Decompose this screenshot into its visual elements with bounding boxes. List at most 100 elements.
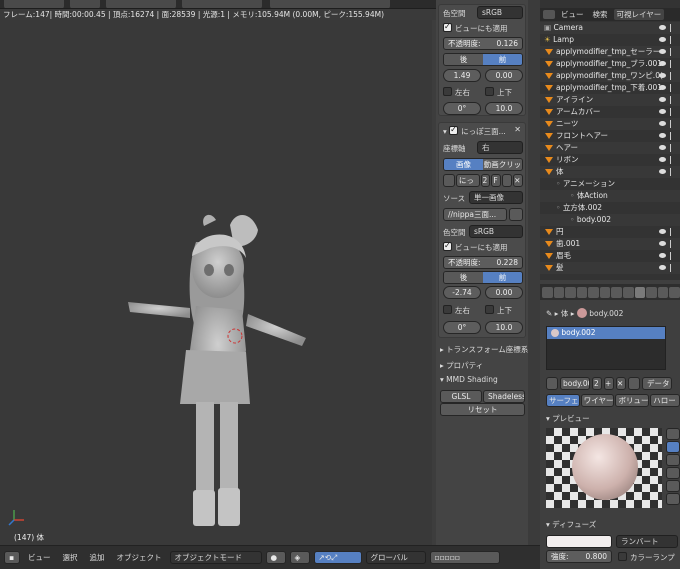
display-mode-dropdown[interactable]: 可視レイヤー (613, 9, 665, 20)
selectability-icon[interactable] (670, 168, 676, 176)
preview-monkey-icon[interactable] (666, 467, 680, 479)
diffuse-shader-dropdown[interactable]: ランバート (616, 535, 678, 548)
back-button[interactable]: 後 (444, 54, 483, 65)
back-button[interactable]: 後 (444, 272, 483, 283)
visibility-icon[interactable] (659, 25, 666, 30)
outliner-row[interactable]: 歯.001 (540, 238, 680, 250)
visibility-icon[interactable] (659, 61, 666, 66)
image-button[interactable]: 画像 (444, 159, 483, 170)
colorspace-dropdown[interactable]: sRGB (477, 6, 523, 19)
size-field[interactable]: 10.0 (485, 321, 523, 334)
tab-constraints-icon[interactable] (599, 286, 611, 298)
visibility-icon[interactable] (659, 85, 666, 90)
outliner-row[interactable]: 眉毛 (540, 250, 680, 262)
3d-viewport[interactable]: (147) 体 (0, 20, 432, 545)
reset-button[interactable]: リセット (440, 403, 525, 416)
visibility-icon[interactable] (659, 121, 666, 126)
offset-x-field[interactable]: -2.74 (443, 286, 481, 299)
outliner-row[interactable]: ヘアー (540, 142, 680, 154)
outliner-row[interactable]: applymodifier_tmp_下着.001 (540, 82, 680, 94)
flip-y-toggle[interactable]: 上下 (485, 305, 512, 316)
menu-select[interactable]: 選択 (59, 552, 82, 563)
opacity-field[interactable]: 不透明度: 0.228 (443, 256, 523, 269)
datablock-name[interactable]: にっ (455, 174, 480, 187)
glsl-button[interactable]: GLSL (440, 390, 482, 403)
filepath-field[interactable]: //nippa三面... (443, 208, 507, 221)
flip-y-toggle[interactable]: 上下 (485, 87, 512, 98)
tab-particles-icon[interactable] (657, 286, 669, 298)
movie-clip-button[interactable]: 動画クリップ (483, 159, 522, 170)
outliner-view-menu[interactable]: ビュー (558, 9, 587, 20)
intensity-field[interactable]: 強度: 0.800 (546, 550, 612, 563)
flip-x-toggle[interactable]: 左右 (443, 305, 470, 316)
flip-x-toggle[interactable]: 左右 (443, 87, 470, 98)
preview-sphere-icon[interactable] (666, 441, 680, 453)
preview-section[interactable]: ▾ プレビュー (546, 413, 590, 424)
tab-scene-icon[interactable] (565, 286, 576, 298)
editor-tab[interactable] (270, 0, 390, 8)
ramp-toggle[interactable]: カラーランプ (618, 552, 675, 563)
preview-hair-icon[interactable] (666, 480, 680, 492)
menu-add[interactable]: 追加 (86, 552, 109, 563)
offset-x-field[interactable]: 1.49 (443, 69, 481, 82)
material-name-field[interactable]: body.00 (560, 377, 590, 390)
image-icon[interactable] (443, 174, 455, 187)
outliner-row[interactable]: アイライン (540, 94, 680, 106)
visibility-icon[interactable] (659, 253, 666, 258)
checkbox-icon[interactable] (443, 241, 452, 251)
size-field[interactable]: 10.0 (485, 102, 523, 115)
volume-tab[interactable]: ボリューム (615, 394, 650, 407)
outliner-row[interactable]: リボン (540, 154, 680, 166)
selectability-icon[interactable] (670, 228, 676, 236)
editor-tab[interactable] (106, 0, 176, 8)
outliner-row[interactable]: ▣ Camera (540, 22, 680, 34)
editor-type-button[interactable]: ▪ (4, 551, 20, 564)
visibility-icon[interactable] (659, 37, 666, 42)
selectability-icon[interactable] (670, 24, 676, 32)
visibility-icon[interactable] (659, 241, 666, 246)
rotation-field[interactable]: 0° (443, 102, 481, 115)
diffuse-section[interactable]: ▾ ディフューズ (546, 519, 596, 530)
section-mmd-shading[interactable]: ▾ MMD Shading (440, 375, 498, 384)
outliner-row[interactable]: アームカバー (540, 106, 680, 118)
editor-tab[interactable] (4, 0, 64, 8)
visibility-icon[interactable] (659, 169, 666, 174)
orientation-dropdown[interactable]: グローバル (365, 551, 426, 564)
front-back-toggle[interactable]: 後前 (443, 53, 523, 66)
fake-user-button[interactable]: F (491, 174, 502, 187)
visibility-icon[interactable] (659, 157, 666, 162)
selectability-icon[interactable] (670, 96, 676, 104)
editor-tab[interactable] (70, 0, 100, 8)
outliner-row[interactable]: 体 (540, 166, 680, 178)
selectability-icon[interactable] (670, 48, 676, 56)
outliner-row[interactable]: ◦ アニメーション (540, 178, 680, 190)
outliner-row[interactable]: ◦ 立方体.002 (540, 202, 680, 214)
visibility-icon[interactable] (659, 133, 666, 138)
visibility-icon[interactable] (659, 145, 666, 150)
selectability-icon[interactable] (670, 108, 676, 116)
tab-object-icon[interactable] (588, 286, 599, 298)
axis-dropdown[interactable]: 右 (477, 141, 523, 154)
rotation-field[interactable]: 0° (443, 321, 481, 334)
outliner-row[interactable]: applymodifier_tmp_セーラー (540, 46, 680, 58)
offset-y-field[interactable]: 0.00 (485, 286, 523, 299)
outliner-row[interactable]: ☀ Lamp (540, 34, 680, 46)
selectability-icon[interactable] (670, 252, 676, 260)
selectability-icon[interactable] (670, 36, 676, 44)
visibility-icon[interactable] (659, 229, 666, 234)
preview-cube-icon[interactable] (666, 454, 680, 466)
outliner-row[interactable]: 円 (540, 226, 680, 238)
link-data-dropdown[interactable]: データ (642, 377, 672, 390)
tab-texture-icon[interactable] (646, 286, 657, 298)
viewport-canvas[interactable] (0, 20, 432, 545)
link-icon[interactable] (628, 377, 640, 390)
outliner-row[interactable]: ニーツ (540, 118, 680, 130)
tab-layers-icon[interactable] (553, 286, 565, 298)
outliner-row[interactable]: applymodifier_tmp_ワンピ.0( (540, 70, 680, 82)
editor-type-button[interactable] (543, 10, 555, 19)
outliner-row[interactable]: 髪 (540, 262, 680, 274)
folder-icon[interactable] (502, 174, 513, 187)
add-material-icon[interactable]: + (604, 377, 614, 390)
selectability-icon[interactable] (670, 144, 676, 152)
character-model[interactable] (128, 214, 306, 526)
